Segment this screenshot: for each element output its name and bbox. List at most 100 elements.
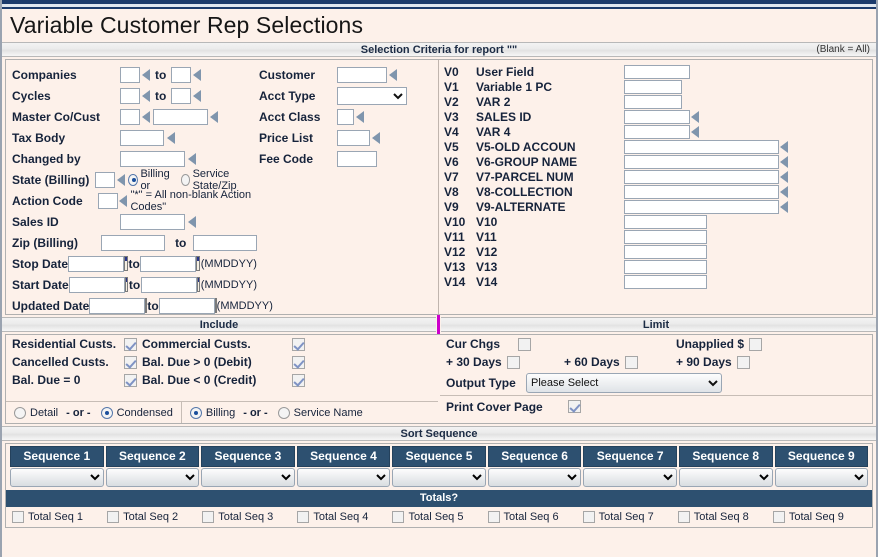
- radio-service-name[interactable]: [277, 406, 290, 419]
- total-seq-checkbox-2[interactable]: [107, 511, 120, 523]
- sequence-select-6[interactable]: [487, 468, 582, 487]
- variable-input[interactable]: [624, 274, 707, 289]
- total-seq-checkbox-1[interactable]: [12, 511, 24, 523]
- field-input[interactable]: [337, 150, 377, 167]
- variable-input[interactable]: [624, 154, 779, 169]
- date-input-to[interactable]: [158, 297, 215, 314]
- radio-detail[interactable]: [14, 406, 26, 419]
- radio-billing-name[interactable]: [189, 406, 202, 419]
- sequence-select-5[interactable]: [392, 468, 486, 487]
- sequence-select-4[interactable]: [296, 468, 391, 487]
- output-type-select[interactable]: Please Select: [526, 373, 722, 393]
- lookup-arrow-icon[interactable]: [119, 194, 128, 207]
- radio-billing[interactable]: [128, 173, 139, 186]
- include-checkbox[interactable]: [292, 355, 305, 369]
- limit-checkbox[interactable]: [749, 337, 763, 351]
- total-seq-checkbox-5[interactable]: [392, 511, 405, 523]
- radio-service-state[interactable]: [180, 173, 191, 186]
- lookup-arrow-icon[interactable]: [188, 152, 196, 165]
- variable-input[interactable]: [624, 199, 779, 214]
- limit-checkbox[interactable]: [518, 337, 531, 351]
- variable-input[interactable]: [624, 94, 682, 109]
- variable-input[interactable]: [624, 214, 707, 229]
- date-input-from[interactable]: [89, 297, 146, 314]
- field-input[interactable]: [337, 129, 370, 146]
- field-input-from[interactable]: [101, 234, 166, 251]
- field-input-to[interactable]: [193, 234, 257, 251]
- action-code-input[interactable]: [97, 192, 118, 209]
- limit-checkbox[interactable]: [506, 355, 520, 369]
- field-input-from[interactable]: [120, 66, 140, 83]
- variable-input[interactable]: [624, 169, 779, 184]
- variable-input[interactable]: [624, 139, 779, 154]
- radio-condensed[interactable]: [100, 406, 113, 419]
- sequence-select-9[interactable]: [774, 468, 869, 487]
- state-input[interactable]: [95, 171, 116, 188]
- variable-input[interactable]: [624, 244, 707, 259]
- calendar-icon[interactable]: [196, 277, 201, 292]
- include-checkbox[interactable]: [124, 337, 137, 351]
- lookup-arrow-icon[interactable]: [142, 110, 150, 123]
- include-checkbox[interactable]: [292, 373, 305, 387]
- total-seq-checkbox-6[interactable]: [487, 511, 500, 523]
- field-input[interactable]: [120, 213, 185, 230]
- sequence-select-7[interactable]: [583, 468, 677, 487]
- lookup-arrow-icon[interactable]: [372, 131, 380, 144]
- lookup-arrow-icon[interactable]: [193, 68, 202, 81]
- total-seq-checkbox-4[interactable]: [297, 511, 310, 523]
- field-input-co[interactable]: [120, 108, 140, 125]
- acct-type-select[interactable]: [337, 86, 407, 105]
- variable-input[interactable]: [624, 259, 707, 274]
- sequence-select-1[interactable]: [10, 468, 104, 487]
- lookup-arrow-icon[interactable]: [691, 110, 699, 123]
- field-input[interactable]: [337, 108, 354, 125]
- lookup-arrow-icon[interactable]: [167, 131, 175, 144]
- print-cover-page-checkbox[interactable]: [568, 400, 581, 413]
- lookup-arrow-icon[interactable]: [389, 68, 397, 81]
- calendar-icon[interactable]: [145, 298, 148, 313]
- date-input-to[interactable]: [140, 276, 197, 293]
- sequence-select-3[interactable]: [201, 468, 295, 487]
- sequence-select-8[interactable]: [678, 468, 773, 487]
- lookup-arrow-icon[interactable]: [116, 173, 125, 186]
- date-input-to[interactable]: [140, 255, 197, 272]
- limit-checkbox[interactable]: [624, 355, 638, 369]
- field-input-from[interactable]: [120, 87, 140, 104]
- limit-checkbox[interactable]: [736, 355, 750, 369]
- calendar-icon[interactable]: [124, 256, 129, 271]
- calendar-icon[interactable]: [124, 277, 129, 292]
- lookup-arrow-icon[interactable]: [356, 110, 364, 123]
- lookup-arrow-icon[interactable]: [780, 200, 788, 213]
- variable-input[interactable]: [624, 64, 690, 79]
- include-checkbox[interactable]: [124, 373, 137, 387]
- lookup-arrow-icon[interactable]: [142, 89, 150, 102]
- total-seq-checkbox-7[interactable]: [582, 511, 595, 523]
- lookup-arrow-icon[interactable]: [210, 110, 218, 123]
- field-input[interactable]: [337, 66, 387, 83]
- lookup-arrow-icon[interactable]: [142, 68, 150, 81]
- total-seq-checkbox-8[interactable]: [677, 511, 690, 523]
- lookup-arrow-icon[interactable]: [780, 170, 788, 183]
- lookup-arrow-icon[interactable]: [193, 89, 202, 102]
- variable-input[interactable]: [624, 229, 707, 244]
- field-input[interactable]: [120, 150, 185, 167]
- variable-input[interactable]: [624, 109, 690, 124]
- total-seq-checkbox-9[interactable]: [772, 511, 785, 523]
- lookup-arrow-icon[interactable]: [780, 185, 788, 198]
- lookup-arrow-icon[interactable]: [780, 155, 788, 168]
- variable-input[interactable]: [624, 79, 682, 94]
- field-input-to[interactable]: [171, 87, 192, 104]
- date-input-from[interactable]: [68, 276, 125, 293]
- date-input-from[interactable]: [68, 255, 125, 272]
- lookup-arrow-icon[interactable]: [691, 125, 699, 138]
- calendar-icon[interactable]: [214, 298, 217, 313]
- total-seq-checkbox-3[interactable]: [202, 511, 215, 523]
- field-input-to[interactable]: [171, 66, 192, 83]
- lookup-arrow-icon[interactable]: [188, 215, 196, 228]
- variable-input[interactable]: [624, 184, 779, 199]
- lookup-arrow-icon[interactable]: [780, 140, 788, 153]
- include-checkbox[interactable]: [124, 355, 137, 369]
- include-checkbox[interactable]: [292, 337, 305, 351]
- field-input-cust[interactable]: [153, 108, 208, 125]
- variable-input[interactable]: [624, 124, 690, 139]
